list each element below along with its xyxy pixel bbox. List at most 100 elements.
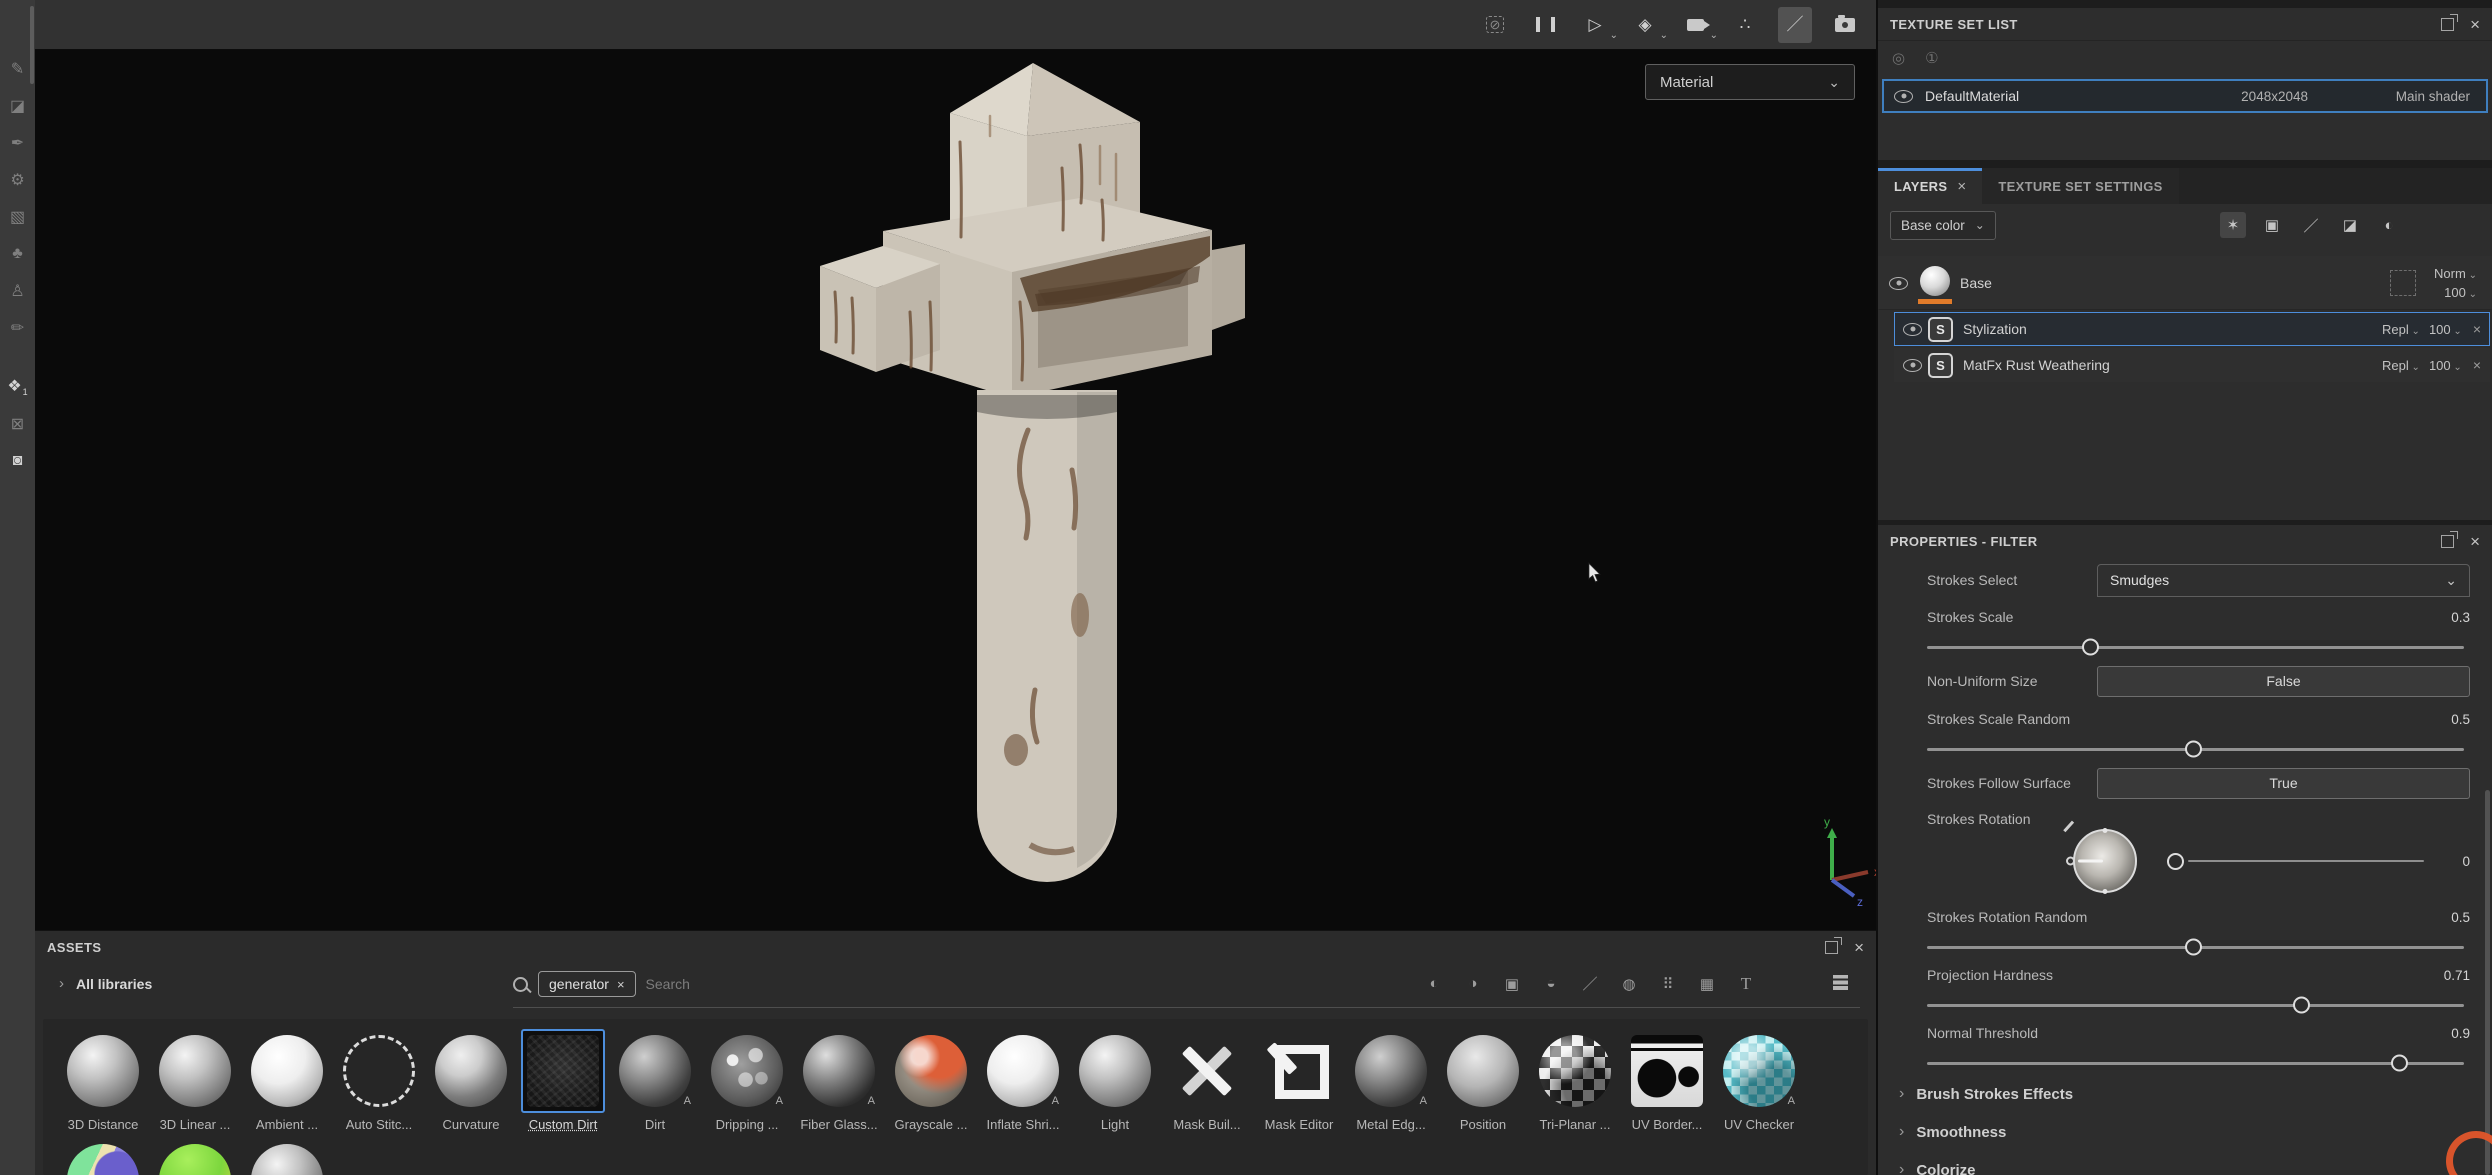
asset-item[interactable]: Tri-Planar ... xyxy=(1529,1029,1621,1132)
slider-track[interactable] xyxy=(2188,860,2424,863)
slider-track[interactable] xyxy=(1927,1004,2464,1007)
asset-item[interactable]: Custom Dirt xyxy=(517,1029,609,1132)
3d-model-monument[interactable] xyxy=(780,50,1280,900)
asset-filter-icon[interactable]: T xyxy=(1736,974,1756,994)
tool-icon[interactable]: ◪ xyxy=(0,87,35,124)
layer-action-icon[interactable]: ◐ xyxy=(2376,212,2402,238)
layer-action-icon[interactable] xyxy=(2415,212,2441,238)
asset-item[interactable] xyxy=(241,1138,333,1175)
asset-item[interactable]: 3D Linear ... xyxy=(149,1029,241,1132)
asset-filter-icon[interactable]: ◍ xyxy=(1619,975,1639,993)
asset-item[interactable] xyxy=(149,1138,241,1175)
asset-item[interactable]: Mask Editor xyxy=(1253,1029,1345,1132)
tool-icon[interactable]: ✒ xyxy=(0,124,35,161)
slider-knob[interactable] xyxy=(2082,639,2099,656)
asset-item[interactable]: Dripping ... xyxy=(701,1029,793,1132)
asset-filter-icon[interactable]: ／ xyxy=(1580,973,1600,994)
slider-knob[interactable] xyxy=(2167,853,2184,870)
asset-item[interactable] xyxy=(57,1138,149,1175)
asset-filter-icon[interactable]: ◑ xyxy=(1463,975,1483,992)
tool-icon[interactable]: ✏ xyxy=(0,309,35,346)
layer-action-icon[interactable]: ◪ xyxy=(2337,212,2363,238)
toolbar-icon[interactable]: ◈ xyxy=(1628,7,1662,43)
tool-icon[interactable] xyxy=(0,346,35,368)
layer-visibility-icon[interactable] xyxy=(1903,359,1922,372)
3d-viewport[interactable]: Material x y z xyxy=(35,50,1876,930)
property-slider[interactable] xyxy=(1927,741,2470,757)
property-toggle-button[interactable]: True xyxy=(2097,768,2470,799)
asset-item[interactable]: Metal Edg... xyxy=(1345,1029,1437,1132)
tool-icon[interactable]: ♣ xyxy=(0,235,35,272)
asset-item[interactable]: Inflate Shri... xyxy=(977,1029,1069,1132)
layer-action-icon[interactable] xyxy=(2454,212,2480,238)
asset-item[interactable]: 3D Distance xyxy=(57,1029,149,1132)
toolbar-icon[interactable]: ▷ xyxy=(1578,7,1612,43)
slider-knob[interactable] xyxy=(2185,939,2202,956)
toolbar-icon[interactable] xyxy=(1828,7,1862,43)
toolbar-icon[interactable]: ∴ xyxy=(1728,7,1762,43)
layer-action-icon[interactable]: ／ xyxy=(2298,212,2324,238)
asset-item[interactable]: Mask Buil... xyxy=(1161,1029,1253,1132)
asset-filter-icon[interactable]: ⠿ xyxy=(1658,975,1678,993)
float-panel-icon[interactable] xyxy=(1825,941,1838,954)
search-input[interactable]: Search xyxy=(646,976,690,992)
texture-set-visibility-icon[interactable] xyxy=(1894,90,1913,103)
asset-item[interactable]: Light xyxy=(1069,1029,1161,1132)
toolbar-icon[interactable]: ⊘ xyxy=(1478,7,1512,43)
asset-filter-icon[interactable]: ◒ xyxy=(1541,975,1561,992)
dial-knob[interactable] xyxy=(2066,857,2075,866)
blend-mode-dropdown[interactable]: Repl xyxy=(2382,322,2420,337)
layer-visibility-icon[interactable] xyxy=(1889,277,1908,290)
asset-item[interactable]: Auto Stitc... xyxy=(333,1029,425,1132)
slider-knob[interactable] xyxy=(2185,741,2202,758)
remove-layer-icon[interactable]: × xyxy=(2471,357,2481,373)
section-chevron-icon[interactable]: › xyxy=(1899,1123,1904,1141)
blend-mode-dropdown[interactable]: Repl xyxy=(2382,358,2420,373)
blend-mode-dropdown[interactable]: Norm xyxy=(2434,266,2477,281)
property-slider[interactable] xyxy=(1927,639,2470,655)
toolbar-icon[interactable] xyxy=(1528,7,1562,43)
channel-dropdown[interactable]: Base color xyxy=(1890,211,1996,240)
layer-action-icon[interactable]: ▣ xyxy=(2259,212,2285,238)
clear-search-tag-icon[interactable]: × xyxy=(617,977,625,992)
asset-item[interactable]: Ambient ... xyxy=(241,1029,333,1132)
close-panel-icon[interactable]: × xyxy=(2470,533,2480,550)
rotation-slider[interactable] xyxy=(2167,831,2424,891)
slider-knob[interactable] xyxy=(2293,997,2310,1014)
remove-layer-icon[interactable]: × xyxy=(2471,321,2481,337)
opacity-dropdown[interactable]: 100 xyxy=(2429,358,2462,373)
opacity-dropdown[interactable]: 100 xyxy=(2429,322,2462,337)
mask-placeholder-icon[interactable] xyxy=(2390,270,2416,296)
toolbar-icon[interactable]: ／ xyxy=(1778,7,1812,43)
texture-set-row[interactable]: DefaultMaterial 2048x2048 Main shader xyxy=(1882,79,2488,113)
tool-icon[interactable]: ❖ xyxy=(0,368,35,405)
asset-filter-icon[interactable]: ▦ xyxy=(1697,975,1717,993)
slider-track[interactable] xyxy=(1927,946,2464,949)
rotation-dial[interactable] xyxy=(2073,829,2137,893)
property-slider[interactable] xyxy=(1927,1055,2470,1071)
toolbar-icon[interactable] xyxy=(1678,7,1712,43)
tool-icon[interactable]: ◙ xyxy=(0,442,35,479)
layer-row[interactable]: S Base Norm 100 Norm 100 × xyxy=(1878,256,2492,310)
property-slider[interactable] xyxy=(1927,997,2470,1013)
tool-icon[interactable]: ♙ xyxy=(0,272,35,309)
asset-item[interactable]: Position xyxy=(1437,1029,1529,1132)
float-panel-icon[interactable] xyxy=(2441,18,2454,31)
scrollbar[interactable] xyxy=(2485,790,2490,1175)
tool-icon[interactable]: ⚙ xyxy=(0,161,35,198)
opacity-dropdown[interactable]: 100 xyxy=(2444,285,2477,300)
close-panel-icon[interactable]: × xyxy=(2470,16,2480,33)
property-dropdown[interactable]: Smudges ⌄ xyxy=(2097,564,2470,597)
tool-icon[interactable]: ⊠ xyxy=(0,405,35,442)
asset-item[interactable]: Grayscale ... xyxy=(885,1029,977,1132)
asset-item[interactable]: UV Checker xyxy=(1713,1029,1805,1132)
asset-item[interactable]: UV Border... xyxy=(1621,1029,1713,1132)
search-tag-chip[interactable]: generator × xyxy=(538,971,636,997)
asset-item[interactable]: Dirt xyxy=(609,1029,701,1132)
grid-view-icon[interactable] xyxy=(1833,975,1848,990)
layer-row[interactable]: S Stylization Repl 100 Repl 100 × xyxy=(1894,312,2490,346)
layer-action-icon[interactable]: ✶ xyxy=(2220,212,2246,238)
texture-set-option-icon[interactable]: ◎ xyxy=(1892,49,1905,67)
library-selector[interactable]: › All libraries xyxy=(59,975,152,992)
slider-knob[interactable] xyxy=(2391,1055,2408,1072)
